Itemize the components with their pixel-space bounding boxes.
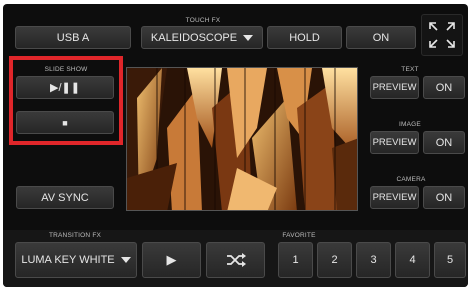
kaleidoscope-preview-image: [127, 68, 357, 210]
camera-heading: CAMERA: [396, 176, 426, 183]
image-preview-label: PREVIEW: [372, 137, 417, 148]
favorite-slot-5[interactable]: 5: [434, 242, 466, 278]
favorite-slot-label: 4: [409, 254, 416, 266]
transition-shuffle-button[interactable]: [206, 242, 265, 278]
text-heading: TEXT: [401, 66, 419, 73]
transition-fx-value: LUMA KEY WHITE: [21, 254, 115, 266]
chevron-down-icon: [120, 257, 131, 263]
play-icon: ▶: [166, 252, 177, 267]
source-select-button[interactable]: USB A: [15, 26, 131, 49]
text-preview-button[interactable]: PREVIEW: [370, 76, 419, 99]
favorite-slot-label: 5: [446, 254, 454, 266]
image-on-button[interactable]: ON: [423, 131, 465, 154]
favorite-slot-label: 1: [292, 254, 299, 266]
camera-on-button[interactable]: ON: [423, 186, 465, 209]
text-on-button[interactable]: ON: [423, 76, 465, 99]
favorite-slot-2[interactable]: 2: [317, 242, 352, 278]
text-on-label: ON: [435, 81, 453, 94]
image-on-label: ON: [435, 136, 453, 149]
av-sync-label: AV SYNC: [41, 191, 89, 204]
favorite-slot-3[interactable]: 3: [356, 242, 391, 278]
transition-fx-heading: TRANSITION FX: [48, 232, 102, 239]
text-preview-label: PREVIEW: [372, 82, 417, 93]
touch-fx-dropdown[interactable]: KALEIDOSCOPE: [141, 26, 263, 49]
touch-fx-on-button[interactable]: ON: [346, 26, 416, 49]
transition-play-button[interactable]: ▶: [142, 242, 201, 278]
camera-preview-label: PREVIEW: [372, 192, 417, 203]
slideshow-play-pause-button[interactable]: ▶/❚❚: [16, 76, 114, 99]
play-pause-icon: ▶/❚❚: [50, 82, 80, 94]
transition-fx-dropdown[interactable]: LUMA KEY WHITE: [15, 242, 137, 278]
favorite-slot-4[interactable]: 4: [395, 242, 430, 278]
image-heading: IMAGE: [399, 121, 421, 128]
favorite-slot-1[interactable]: 1: [278, 242, 313, 278]
chevron-down-icon: [243, 34, 254, 41]
av-sync-button[interactable]: AV SYNC: [16, 186, 114, 209]
shuffle-icon: [226, 253, 246, 267]
vj-control-panel: USB A TOUCH FX KALEIDOSCOPE HOLD ON SLID…: [3, 4, 468, 287]
video-preview[interactable]: [126, 67, 358, 211]
touch-fx-value: KALEIDOSCOPE: [150, 31, 238, 44]
source-label: USB A: [56, 31, 90, 44]
camera-preview-button[interactable]: PREVIEW: [370, 186, 419, 209]
touch-fx-on-label: ON: [372, 31, 390, 44]
favorite-heading: FAVORITE: [282, 232, 316, 239]
favorite-slot-label: 3: [370, 254, 377, 266]
slideshow-heading: SLIDE SHOW: [44, 66, 88, 73]
camera-on-label: ON: [435, 191, 453, 204]
touch-fx-heading: TOUCH FX: [185, 17, 221, 24]
fullscreen-button[interactable]: [421, 14, 463, 56]
stop-icon: ■: [62, 117, 68, 128]
slideshow-stop-button[interactable]: ■: [16, 111, 114, 134]
hold-label: HOLD: [289, 31, 320, 44]
favorite-slot-label: 2: [331, 254, 338, 266]
hold-button[interactable]: HOLD: [267, 26, 342, 49]
expand-arrows-icon: [429, 22, 455, 48]
image-preview-button[interactable]: PREVIEW: [370, 131, 419, 154]
